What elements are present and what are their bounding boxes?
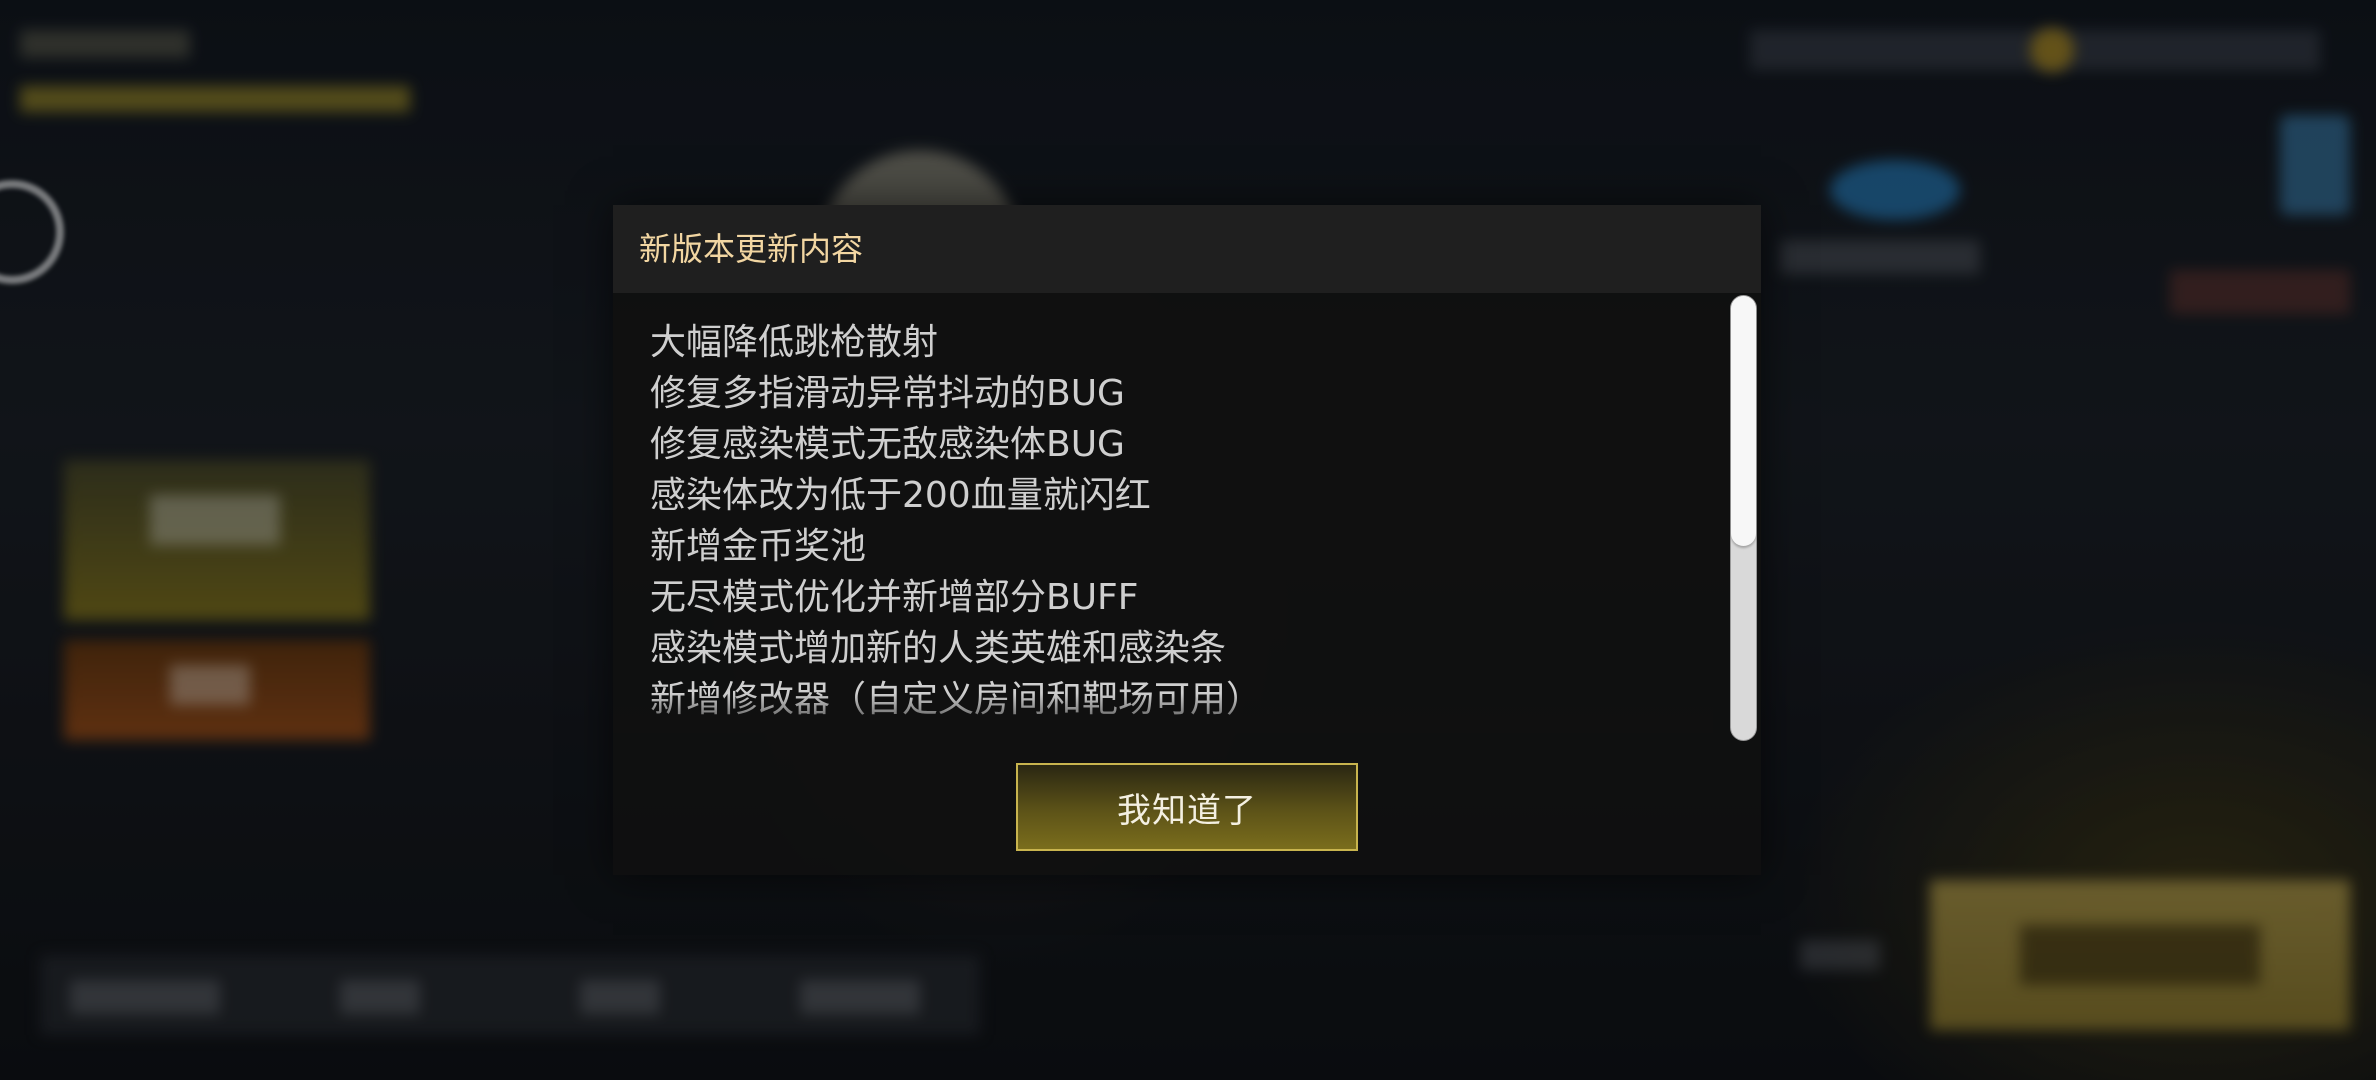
- update-notes-list: 大幅降低跳枪散射 修复多指滑动异常抖动的BUG 修复感染模式无敌感染体BUG 感…: [650, 317, 1262, 725]
- dialog-title: 新版本更新内容: [639, 230, 864, 268]
- content-fade: [613, 693, 1713, 733]
- acknowledge-button[interactable]: 我知道了: [1016, 763, 1358, 851]
- update-notes-dialog: 新版本更新内容 大幅降低跳枪散射 修复多指滑动异常抖动的BUG 修复感染模式无敌…: [613, 205, 1761, 875]
- update-note-item: 新增金币奖池: [650, 526, 867, 567]
- notes-scrollbar[interactable]: [1730, 295, 1757, 741]
- acknowledge-button-label: 我知道了: [1117, 790, 1257, 831]
- update-note-item: 感染模式增加新的人类英雄和感染条: [650, 628, 1227, 669]
- update-note-item: 修复感染模式无敌感染体BUG: [650, 424, 1125, 465]
- update-note-item: 无尽模式优化并新增部分BUFF: [650, 577, 1139, 618]
- update-notes-content[interactable]: 大幅降低跳枪散射 修复多指滑动异常抖动的BUG 修复感染模式无敌感染体BUG 感…: [613, 293, 1761, 733]
- game-lobby-screen: 新版本更新内容 大幅降低跳枪散射 修复多指滑动异常抖动的BUG 修复感染模式无敌…: [0, 0, 2376, 1080]
- notes-scrollbar-thumb[interactable]: [1731, 296, 1756, 546]
- update-note-item: 感染体改为低于200血量就闪红: [650, 475, 1151, 516]
- update-note-item: 修复多指滑动异常抖动的BUG: [650, 373, 1125, 414]
- dialog-header: 新版本更新内容: [613, 205, 1761, 293]
- update-note-item: 大幅降低跳枪散射: [650, 322, 939, 363]
